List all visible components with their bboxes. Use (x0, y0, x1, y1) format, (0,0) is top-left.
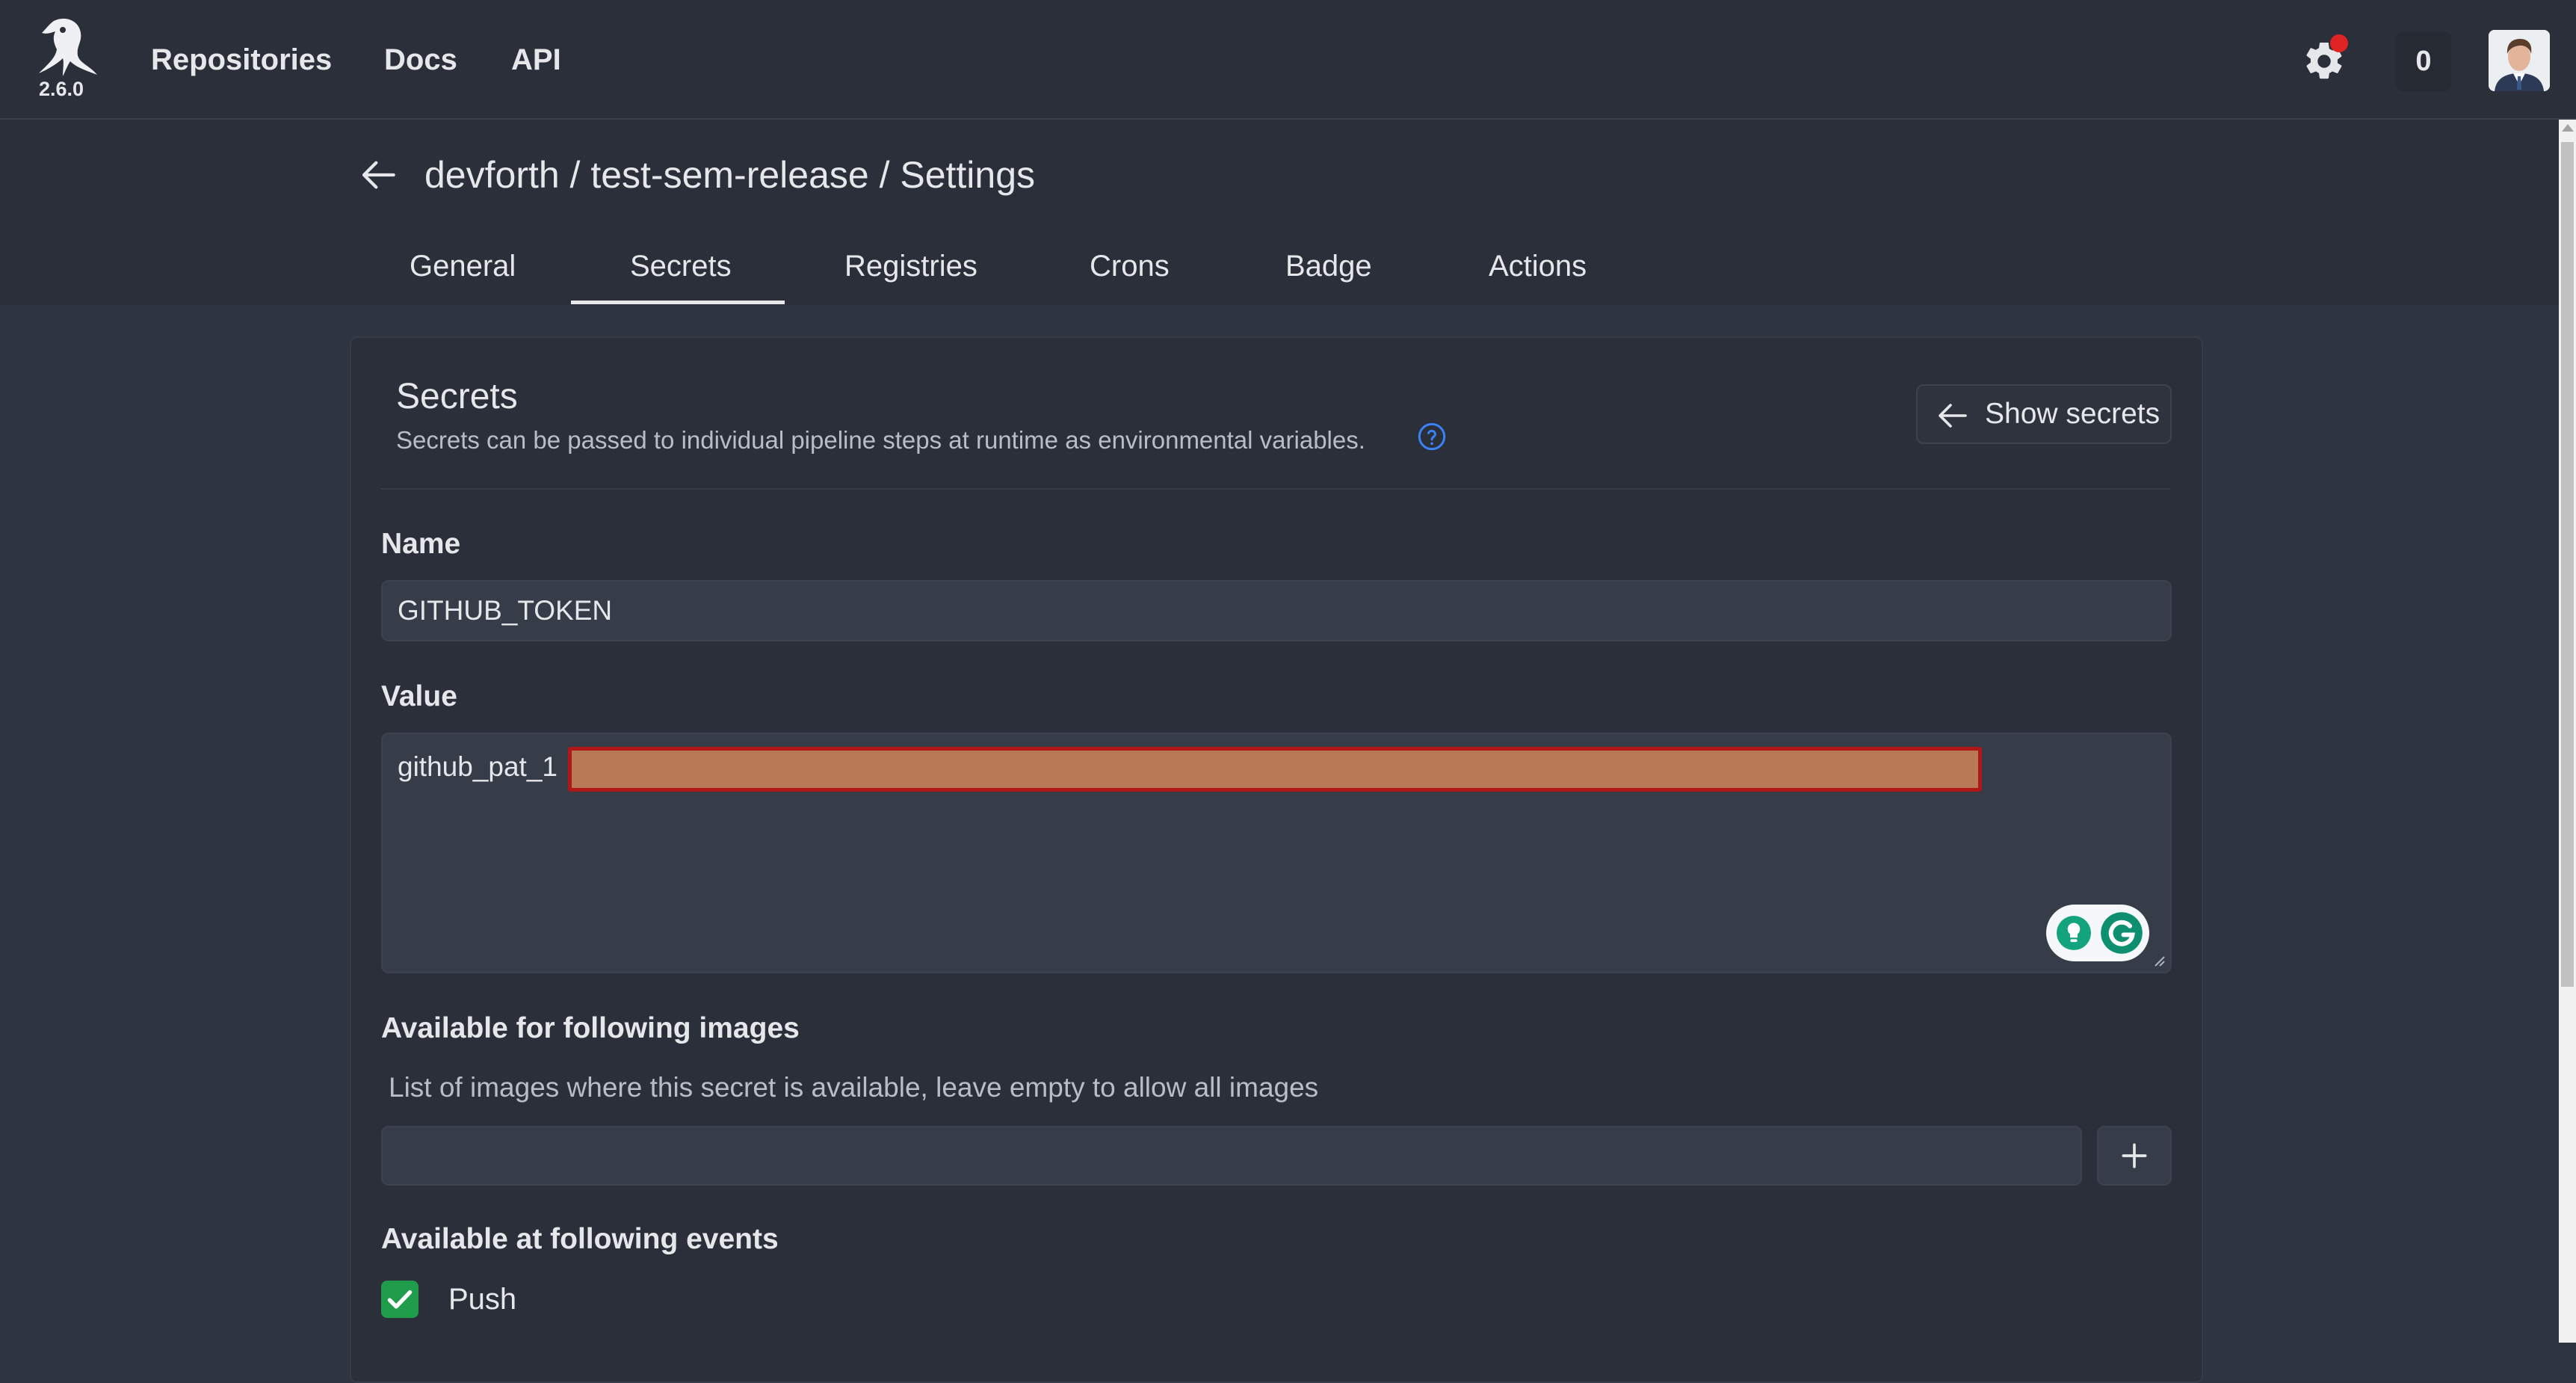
show-secrets-label: Show secrets (1985, 398, 2160, 430)
show-secrets-button[interactable]: Show secrets (1916, 384, 2172, 444)
panel-title: Secrets (396, 377, 518, 416)
tab-secrets[interactable]: Secrets (630, 250, 732, 283)
user-avatar[interactable] (2489, 30, 2550, 91)
tab-general[interactable]: General (410, 250, 516, 283)
images-label: Available for following images (381, 1012, 800, 1044)
pipeline-counter[interactable]: 0 (2396, 31, 2451, 91)
push-checkbox[interactable] (381, 1281, 418, 1318)
help-button[interactable] (1417, 422, 1447, 452)
tab-actions[interactable]: Actions (1489, 250, 1587, 283)
help-circle-icon (1418, 422, 1446, 451)
avatar-image (2489, 30, 2550, 91)
check-icon (387, 1290, 413, 1309)
redacted-token-overlay (568, 747, 1982, 792)
name-label: Name (381, 528, 461, 560)
settings-header (0, 120, 2559, 305)
add-image-button[interactable] (2097, 1126, 2172, 1186)
active-tab-indicator (571, 301, 785, 304)
secret-value-text: github_pat_1 (398, 751, 557, 782)
nav-repositories-link[interactable]: Repositories (151, 43, 332, 77)
secret-name-value: GITHUB_TOKEN (398, 595, 613, 626)
tab-badge[interactable]: Badge (1285, 250, 1372, 283)
lightbulb-icon (2057, 916, 2091, 950)
tab-registries[interactable]: Registries (844, 250, 977, 283)
tab-crons[interactable]: Crons (1090, 250, 1170, 283)
image-input[interactable] (381, 1126, 2082, 1186)
back-arrow-icon (362, 161, 395, 189)
plus-icon (2122, 1143, 2147, 1168)
events-label: Available at following events (381, 1223, 779, 1255)
push-event-label: Push (448, 1283, 517, 1316)
nav-docs-link[interactable]: Docs (384, 43, 457, 77)
secret-name-input[interactable]: GITHUB_TOKEN (381, 580, 2172, 641)
nav-api-link[interactable]: API (511, 43, 561, 77)
breadcrumb: devforth / test-sem-release / Settings (424, 154, 1036, 196)
grammarly-icon (2101, 912, 2143, 954)
value-label: Value (381, 680, 457, 712)
scroll-up-icon[interactable] (2562, 124, 2574, 132)
app-logo[interactable]: 2.6.0 (33, 16, 102, 105)
arrow-left-icon (1939, 404, 1967, 428)
resize-handle-icon[interactable] (2151, 952, 2166, 967)
panel-description: Secrets can be passed to individual pipe… (396, 426, 1365, 454)
notification-dot (2330, 34, 2348, 52)
top-navbar: 2.6.0 Repositories Docs API 0 (0, 0, 2576, 120)
back-button[interactable] (359, 154, 401, 196)
grammarly-widget[interactable] (2046, 905, 2149, 961)
scrollbar-thumb[interactable] (2561, 142, 2574, 987)
woodpecker-logo-icon (39, 18, 97, 77)
settings-gear-button[interactable] (2302, 34, 2348, 84)
app-version: 2.6.0 (39, 78, 84, 100)
images-hint: List of images where this secret is avai… (389, 1072, 1319, 1103)
panel-divider (381, 488, 2170, 490)
